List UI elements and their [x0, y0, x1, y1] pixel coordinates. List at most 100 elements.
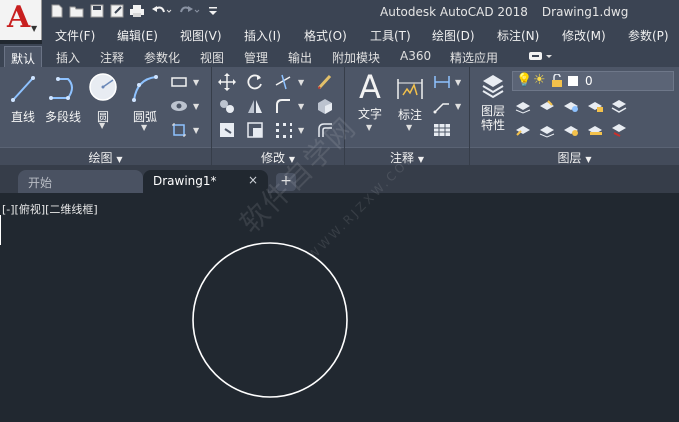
layer-properties-icon [482, 75, 504, 99]
trim-icon[interactable] [274, 73, 292, 91]
erase-icon[interactable] [316, 73, 334, 91]
panel-layers-footer[interactable]: 图层 ▼ [470, 147, 679, 165]
array-icon[interactable] [274, 121, 292, 139]
text-icon: A [359, 68, 381, 106]
quick-access-toolbar [48, 2, 222, 20]
dimension-icon [397, 79, 423, 99]
title-bar: Autodesk AutoCAD 2018 Drawing1.dwg [0, 0, 679, 24]
tab-manage[interactable]: 管理 [238, 46, 274, 67]
saveas-icon[interactable] [108, 2, 126, 20]
layer-dropdown[interactable]: 💡 ☀ 0 [512, 71, 674, 91]
scale-icon[interactable] [246, 121, 264, 139]
layer-freeze-icon[interactable] [562, 97, 580, 115]
layer-isolate-icon[interactable] [538, 97, 556, 115]
tab-annotate[interactable]: 注释 [94, 46, 130, 67]
panel-draw-footer[interactable]: 绘图 ▼ [0, 147, 211, 165]
text-tool[interactable]: A 文字 ▼ [353, 68, 387, 132]
tab-start[interactable]: 开始 [18, 170, 143, 193]
layer-merge-icon[interactable] [610, 121, 628, 139]
dimension-tool[interactable]: 标注 ▼ [393, 75, 427, 132]
tab-default[interactable]: 默认 [4, 46, 43, 67]
chevron-down-icon[interactable]: ▼ [455, 78, 461, 87]
chevron-down-icon[interactable]: ▼ [99, 121, 105, 130]
layer-unlock-icon[interactable] [586, 121, 604, 139]
layer-off-icon[interactable] [514, 97, 532, 115]
menu-tools[interactable]: 工具(T) [370, 27, 411, 44]
menu-edit[interactable]: 编辑(E) [117, 27, 158, 44]
menu-view[interactable]: 视图(V) [180, 27, 222, 44]
chevron-down-icon[interactable]: ▼ [193, 126, 199, 135]
chevron-down-icon[interactable]: ▼ [141, 123, 147, 132]
text-label: 文字 [357, 107, 382, 121]
layer-properties-tool[interactable]: 图层 特性 [476, 71, 510, 132]
rotate-icon[interactable] [246, 73, 264, 91]
layer-match-icon[interactable] [610, 97, 628, 115]
new-icon[interactable] [48, 2, 66, 20]
drawn-circle[interactable] [192, 242, 348, 398]
layer-unisolate-icon[interactable] [538, 121, 556, 139]
redo-icon[interactable] [176, 2, 202, 20]
drawing-canvas[interactable]: [-][俯视][二维线框] 软件自学网 WWW.RJZXW.COM [0, 110, 679, 422]
tab-insert[interactable]: 插入 [50, 46, 86, 67]
tab-parametric[interactable]: 参数化 [138, 46, 186, 67]
tab-addins[interactable]: 附加模块 [326, 46, 386, 67]
chevron-down-icon: ▼ [31, 24, 38, 33]
rectangle-icon[interactable] [170, 73, 188, 91]
tab-view[interactable]: 视图 [194, 46, 230, 67]
menu-file[interactable]: 文件(F) [55, 27, 95, 44]
line-tool[interactable]: 直线 [6, 73, 40, 125]
panel-draw-title: 绘图 [88, 151, 113, 165]
unlock-icon [551, 73, 563, 91]
tab-featured-apps[interactable]: 精选应用 [444, 46, 504, 67]
region-icon[interactable] [170, 121, 188, 139]
tab-start-label: 开始 [28, 176, 53, 190]
tab-a360[interactable]: A360 [394, 46, 437, 67]
tab-drawing1-label: Drawing1* [153, 174, 217, 188]
arc-tool[interactable]: 圆弧 ▼ [126, 73, 164, 132]
ribbon-minimize-button[interactable] [522, 47, 560, 68]
table-icon[interactable] [433, 121, 451, 139]
document-tabs: 开始 Drawing1* × + [0, 165, 679, 193]
chevron-down-icon[interactable]: ▼ [406, 123, 412, 132]
chevron-down-icon: ▼ [585, 155, 592, 164]
menu-draw[interactable]: 绘图(D) [432, 27, 475, 44]
chevron-down-icon[interactable]: ▼ [193, 78, 199, 87]
print-icon[interactable] [128, 2, 146, 20]
copy-icon[interactable] [218, 97, 236, 115]
circle-tool[interactable]: 圆 ▼ [86, 71, 120, 130]
chevron-down-icon[interactable]: ▼ [298, 78, 304, 87]
mirror-icon[interactable] [246, 97, 264, 115]
chevron-down-icon[interactable]: ▼ [298, 102, 304, 111]
window-title: Autodesk AutoCAD 2018 Drawing1.dwg [380, 5, 628, 19]
save-icon[interactable] [88, 2, 106, 20]
menu-dimension[interactable]: 标注(N) [497, 27, 539, 44]
tab-output[interactable]: 输出 [282, 46, 318, 67]
app-name: Autodesk AutoCAD 2018 [380, 5, 528, 19]
polyline-tool[interactable]: 多段线 [42, 73, 84, 125]
fillet-icon[interactable] [274, 97, 292, 115]
current-layer-name: 0 [585, 74, 593, 88]
chevron-down-icon[interactable]: ▼ [298, 126, 304, 135]
menu-format[interactable]: 格式(O) [304, 27, 347, 44]
chevron-down-icon[interactable]: ▼ [193, 102, 199, 111]
stretch-icon[interactable] [218, 121, 236, 139]
dimension-label: 标注 [397, 108, 422, 122]
linear-dim-icon[interactable] [433, 73, 451, 91]
customize-icon[interactable] [204, 2, 222, 20]
hatch-icon[interactable] [170, 97, 188, 115]
chevron-down-icon[interactable]: ▼ [455, 102, 461, 111]
menu-modify[interactable]: 修改(M) [562, 27, 606, 44]
layer-thaw-icon[interactable] [562, 121, 580, 139]
tab-drawing1[interactable]: Drawing1* × [143, 170, 268, 193]
application-menu-button[interactable]: A ▼ [0, 0, 42, 40]
chevron-down-icon[interactable]: ▼ [366, 123, 372, 132]
menu-insert[interactable]: 插入(I) [244, 27, 281, 44]
polyline-icon [49, 77, 73, 100]
menu-parametric[interactable]: 参数(P) [628, 27, 669, 44]
leader-icon[interactable] [433, 97, 451, 115]
layer-on-icon[interactable] [514, 121, 532, 139]
open-icon[interactable] [68, 2, 86, 20]
layer-lock-icon[interactable] [586, 97, 604, 115]
undo-icon[interactable] [148, 2, 174, 20]
move-icon[interactable] [218, 73, 236, 91]
